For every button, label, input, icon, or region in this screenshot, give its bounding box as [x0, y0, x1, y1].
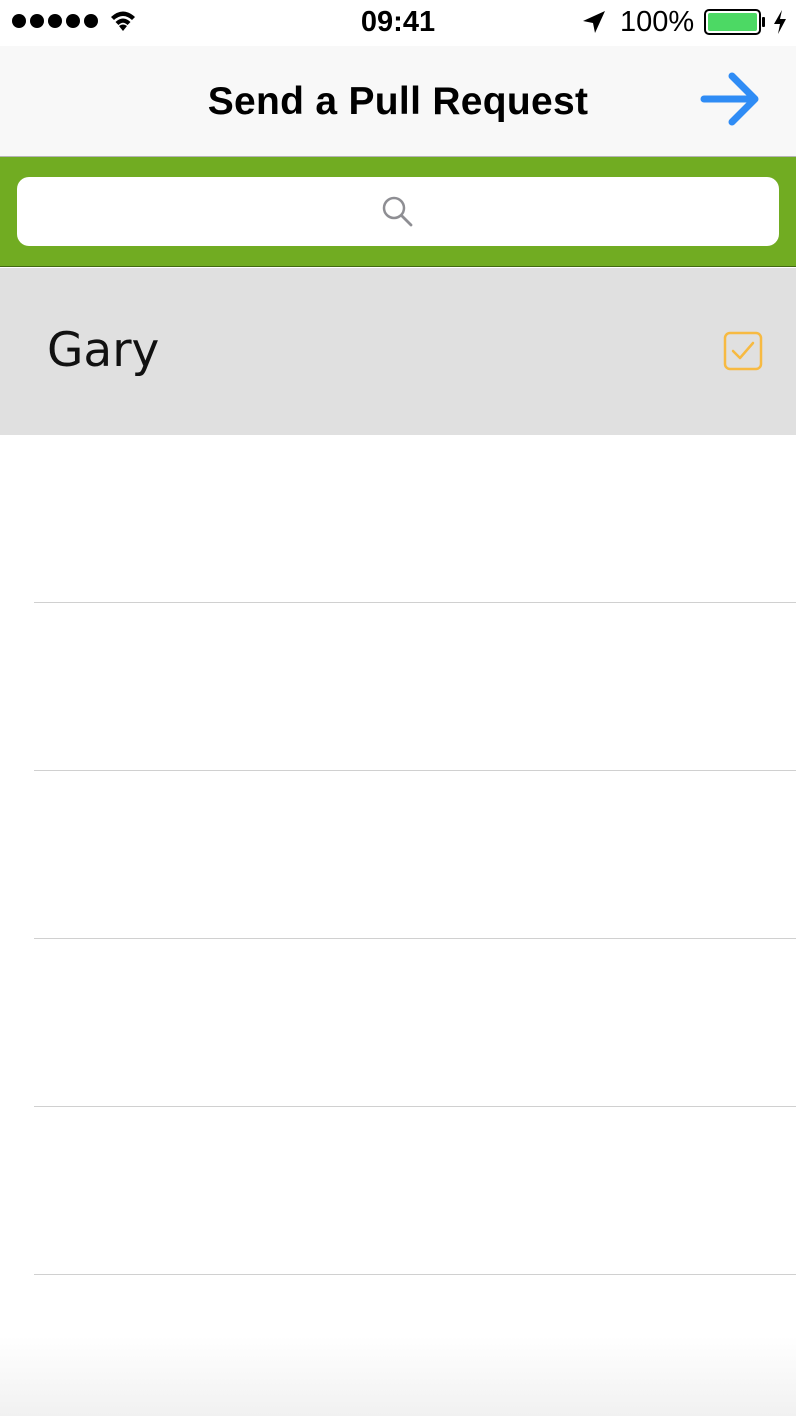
row-separator	[34, 1274, 796, 1275]
search-bar	[0, 157, 796, 267]
contact-name: Gary	[47, 323, 160, 378]
empty-list-row	[0, 603, 796, 770]
empty-list-row	[0, 1107, 796, 1274]
send-pull-request-screen: 09:41 100% Send a Pull Request Gary	[0, 0, 796, 1416]
status-bar: 09:41 100%	[0, 0, 796, 46]
battery-icon	[704, 9, 765, 35]
arrow-right-icon	[700, 72, 759, 126]
page-title: Send a Pull Request	[207, 80, 589, 123]
navigation-bar: Send a Pull Request	[0, 46, 796, 157]
empty-list-row	[0, 939, 796, 1106]
empty-list-row	[0, 771, 796, 938]
empty-list-row	[0, 435, 796, 602]
charging-bolt-icon	[774, 10, 786, 34]
search-icon	[382, 196, 413, 226]
next-button[interactable]	[692, 64, 768, 134]
contact-row[interactable]: Gary	[0, 268, 796, 435]
checked-checkbox-icon[interactable]	[723, 331, 763, 371]
location-arrow-icon	[583, 11, 605, 33]
search-input[interactable]	[17, 177, 779, 246]
battery-percent: 100%	[620, 6, 695, 38]
bottom-fade	[0, 1336, 796, 1416]
